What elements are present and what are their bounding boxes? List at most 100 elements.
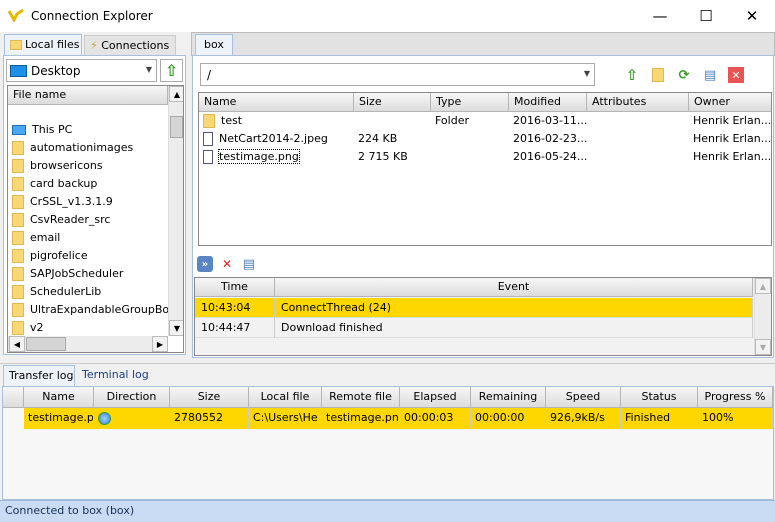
column-size[interactable]: Size [170,387,249,408]
tab-box[interactable]: box [195,34,233,55]
tab-connections[interactable]: ⚡ Connections [84,35,176,55]
cell-text: 100% [702,411,734,424]
table-row[interactable]: NetCart2014-2.jpeg 224 KB 2016-02-23... Hen… [199,130,771,148]
scroll-right-button[interactable]: ▶ [152,336,168,352]
scroll-down-button[interactable]: ▼ [755,339,771,355]
list-item[interactable]: v2 [8,319,44,336]
tab-transfer-log[interactable]: Transfer log [3,365,75,386]
list-item[interactable]: UltraExpandableGroupBoxP [8,301,168,319]
column-type[interactable]: Type [431,93,509,112]
tab-label: Connections [101,39,170,52]
column-modified[interactable]: Modified [509,93,587,112]
cell-size: 2780552 [170,408,249,429]
close-button[interactable]: ✕ [729,0,775,32]
column-owner[interactable]: Owner [689,93,771,112]
cell-modified: 2016-03-11... [509,112,587,130]
column-direction[interactable]: Direction [94,387,170,408]
computer-icon [12,125,26,135]
tab-local-files[interactable]: Local files [4,34,82,55]
list-item[interactable]: email [8,229,60,247]
list-item[interactable]: This PC [8,121,72,139]
column-event[interactable]: Event [275,278,753,297]
cell-event: Download finished [275,318,753,338]
export-log-button[interactable]: ▤ [241,256,257,272]
chevron-down-icon: ▼ [583,69,590,78]
event-log[interactable]: Time Event 10:43:04 ConnectThread (24) 10:… [194,277,772,356]
table-row[interactable]: testimage.png 2 715 KB 2016-05-24... Henrik… [199,148,771,166]
cell-text: 2 715 KB [358,150,408,163]
cell-remote: testimage.pn [322,408,400,429]
column-remaining[interactable]: Remaining [471,387,546,408]
remote-file-list[interactable]: Name Size Type Modified Attributes Owner test… [198,92,772,246]
table-row[interactable]: test Folder 2016-03-11... Henrik Erlan... [199,112,771,130]
vertical-scrollbar[interactable]: ▲ ▼ [754,278,771,355]
cell-text: 2780552 [174,411,223,424]
horizontal-scrollbar[interactable]: ◀ ▶ [8,336,168,352]
vertical-scrollbar[interactable]: ▲ ▼ [168,86,183,336]
folder-icon [12,177,24,191]
column-name[interactable]: Name [199,93,354,112]
cell-owner: Henrik Erlan... [689,148,771,166]
window-title: Connection Explorer [31,9,153,23]
scroll-down-button[interactable]: ▼ [169,320,183,336]
scroll-to-end-button[interactable]: » [197,256,213,272]
folder-icon [10,40,22,50]
list-item[interactable]: pigrofelice [8,247,88,265]
cell-modified: 2016-02-23... [509,130,587,148]
location-value: Desktop [31,64,81,78]
column-speed[interactable]: Speed [546,387,621,408]
scroll-left-button[interactable]: ◀ [9,336,25,352]
list-item[interactable]: browsericons [8,157,103,175]
scroll-thumb[interactable] [26,337,66,351]
column-attributes[interactable]: Attributes [587,93,689,112]
scroll-thumb[interactable] [170,116,183,138]
tab-terminal-log[interactable]: Terminal log [82,368,149,381]
new-folder-button[interactable] [650,67,666,83]
cell-size: 224 KB [354,130,431,148]
cell-text: Finished [625,411,671,424]
list-item[interactable]: CrSSL_v1.3.1.9 [8,193,113,211]
cell-size: 2 715 KB [354,148,431,166]
parent-folder-button[interactable]: ⇧ [160,59,183,82]
folder-icon [12,213,24,227]
minimize-button[interactable]: — [637,0,683,32]
cell-text: Henrik Erlan... [693,132,772,145]
transfer-log-table[interactable]: Name Direction Size Local file Remote file El… [2,386,774,500]
folder-icon [12,303,24,317]
folder-icon [12,285,24,299]
event-row[interactable]: 10:44:47 Download finished [195,318,753,338]
transfer-row[interactable]: testimage.p 2780552 C:\Users\He testimage.p… [24,408,773,429]
list-item[interactable]: SAPJobScheduler [8,265,123,283]
cell-text: Henrik Erlan... [693,114,772,127]
list-item[interactable]: CsvReader_src [8,211,110,229]
add-file-button[interactable]: ▤ [702,67,718,83]
delete-button[interactable]: ✕ [728,67,744,83]
column-status[interactable]: Status [621,387,698,408]
list-item[interactable]: SchedulerLib [8,283,101,301]
event-row[interactable]: 10:43:04 ConnectThread (24) [195,298,753,318]
column-name[interactable]: Name [24,387,94,408]
column-time[interactable]: Time [195,278,275,297]
column-file-name[interactable]: File name [8,86,168,105]
column-elapsed[interactable]: Elapsed [400,387,471,408]
list-item[interactable]: card backup [8,175,97,193]
column-remote[interactable]: Remote file [322,387,400,408]
list-item[interactable]: automationimages [8,139,133,157]
scroll-up-button[interactable]: ▲ [169,86,183,102]
refresh-button[interactable]: ⟳ [676,67,692,83]
up-arrow-button[interactable]: ⇧ [624,66,640,84]
local-file-list[interactable]: File name ▲ ▼ This PC automationimages bro… [7,85,184,353]
location-dropdown[interactable]: Desktop ▼ [6,59,157,82]
cell-text: 00:00:03 [404,411,454,424]
column-progress[interactable]: Progress % [698,387,773,408]
column-local[interactable]: Local file [249,387,322,408]
scroll-up-button[interactable]: ▲ [755,278,771,294]
maximize-button[interactable]: ☐ [683,0,729,32]
column-size[interactable]: Size [354,93,431,112]
cell-text: 2016-05-24... [513,150,587,163]
cell-text: Folder [435,114,469,127]
cell-attributes [587,112,689,130]
clear-log-button[interactable]: ✕ [219,256,235,272]
item-label: card backup [30,177,98,190]
remote-path-input[interactable]: / ▼ [200,63,595,86]
